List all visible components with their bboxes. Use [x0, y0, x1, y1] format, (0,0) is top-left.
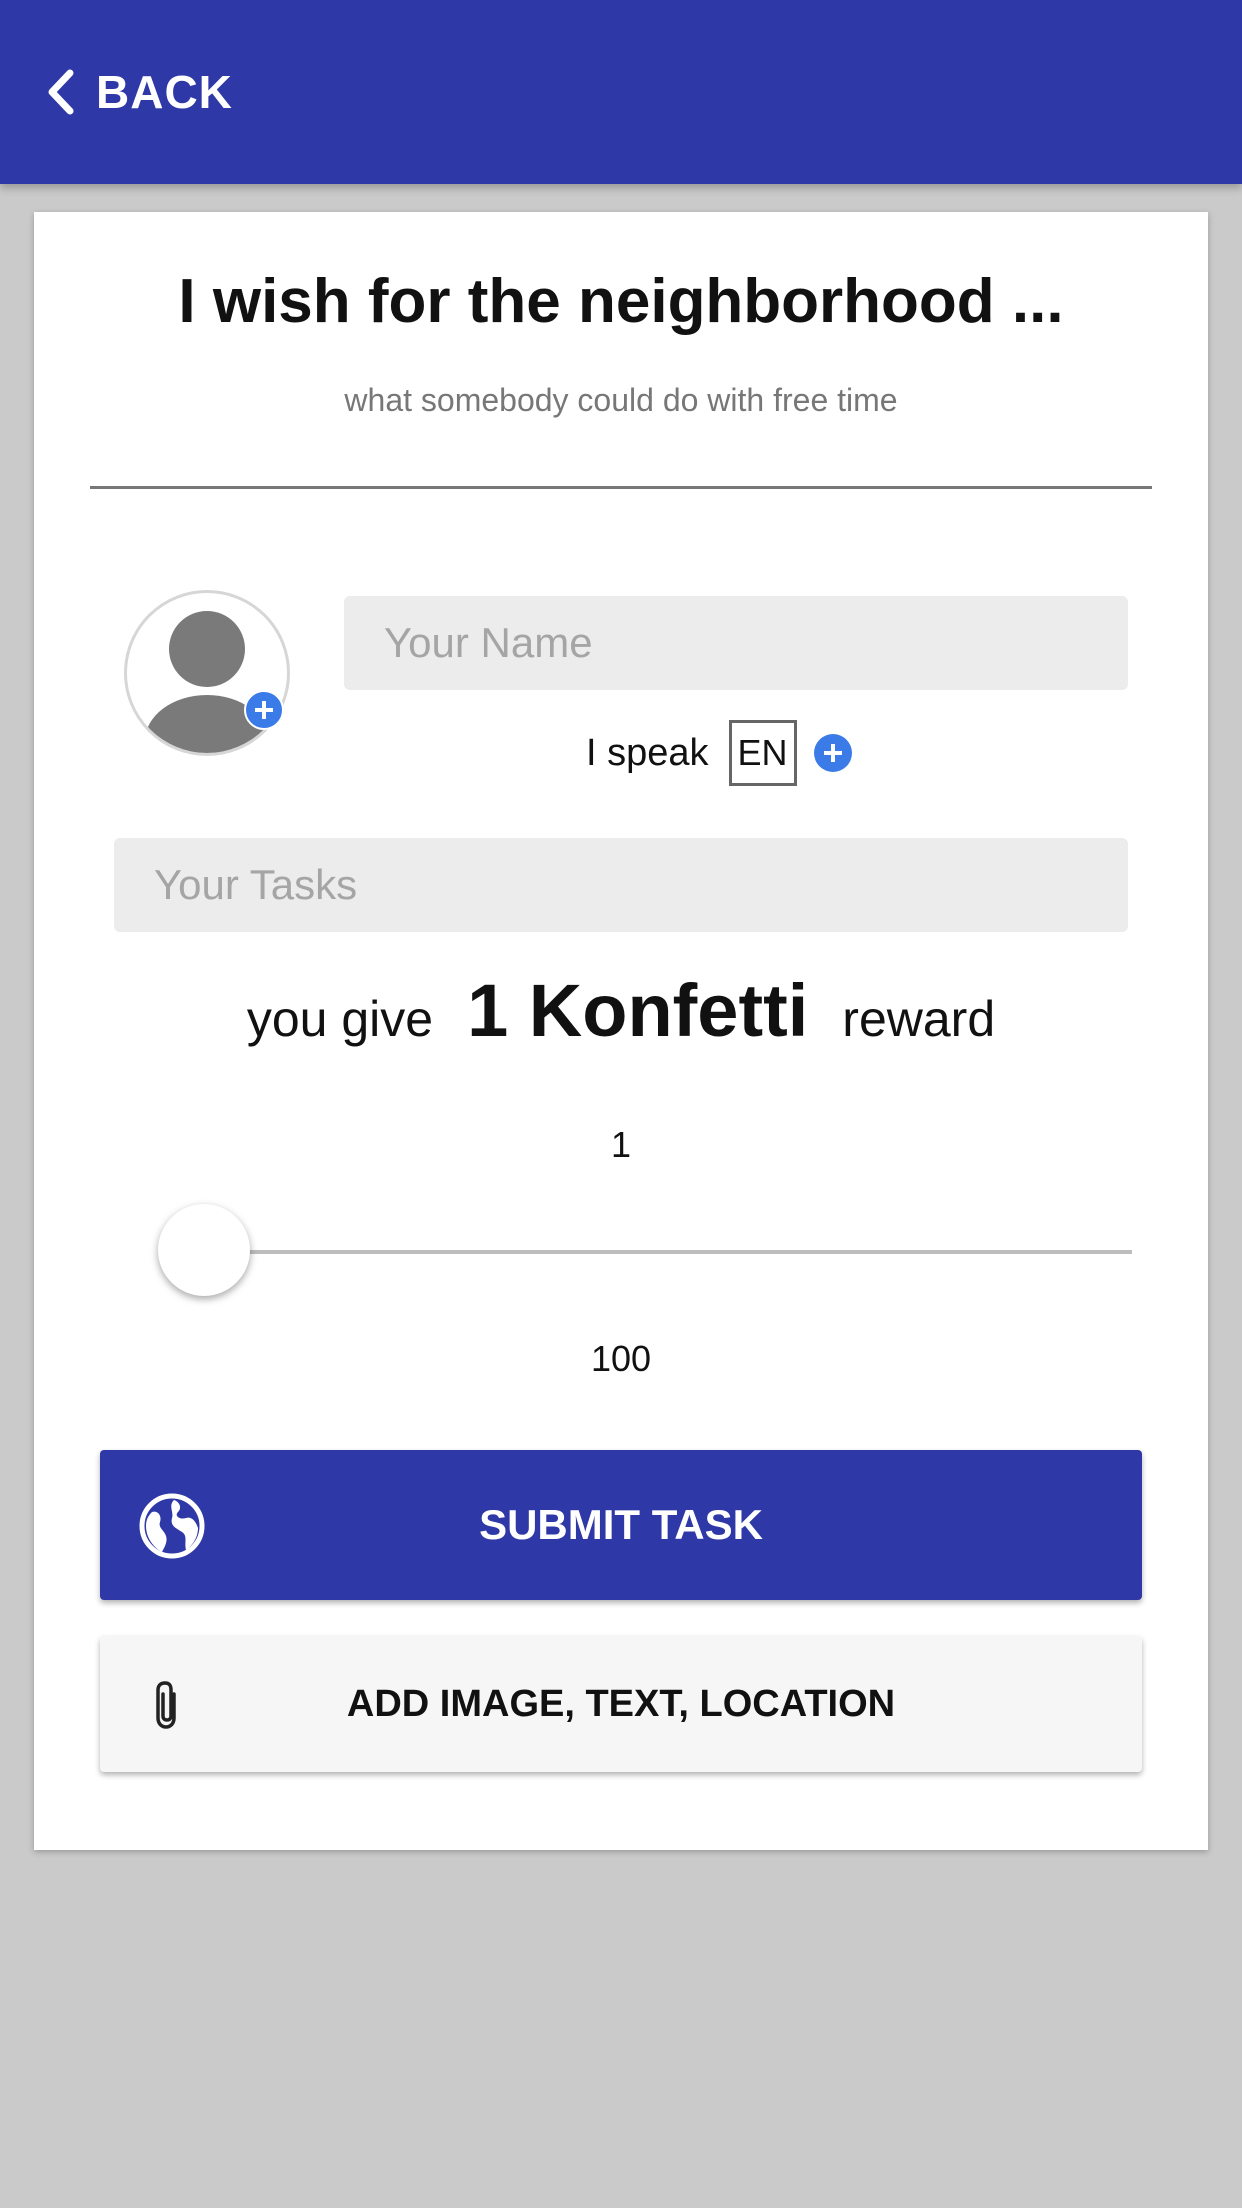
- add-attachment-label: ADD IMAGE, TEXT, LOCATION: [346, 1683, 896, 1725]
- reward-suffix: reward: [842, 991, 996, 1047]
- reward-amount: 1 Konfetti: [467, 969, 809, 1052]
- reward-slider-track[interactable]: [190, 1250, 1132, 1254]
- submit-task-label: SUBMIT TASK: [479, 1501, 763, 1548]
- add-language-icon[interactable]: [813, 733, 853, 773]
- speak-label: I speak: [586, 731, 709, 774]
- language-row: I speak EN: [586, 718, 853, 788]
- back-label: BACK: [96, 66, 233, 118]
- back-button[interactable]: BACK: [44, 62, 233, 122]
- chevron-left-icon: [48, 69, 74, 115]
- slider-max-label: 100: [590, 1338, 652, 1379]
- page-title: I wish for the neighborhood ...: [178, 267, 1064, 336]
- divider: [90, 486, 1152, 489]
- add-attachment-button[interactable]: ADD IMAGE, TEXT, LOCATION: [100, 1636, 1142, 1772]
- app-header: BACK: [0, 0, 1242, 184]
- tasks-input[interactable]: [114, 838, 1128, 932]
- page-subtitle: what somebody could do with free time: [344, 382, 898, 418]
- slider-min-label: 1: [610, 1124, 632, 1165]
- reward-prefix: you give: [246, 991, 434, 1047]
- language-badge[interactable]: EN: [728, 720, 797, 786]
- avatar[interactable]: [124, 590, 290, 756]
- reward-slider-thumb[interactable]: [158, 1204, 250, 1296]
- submit-task-button[interactable]: SUBMIT TASK: [100, 1450, 1142, 1600]
- name-input[interactable]: [344, 596, 1128, 690]
- reward-summary: you give 1 Konfetti reward: [34, 968, 1208, 1053]
- task-form-card: I wish for the neighborhood ... what som…: [34, 212, 1208, 1850]
- add-photo-icon[interactable]: [244, 690, 284, 730]
